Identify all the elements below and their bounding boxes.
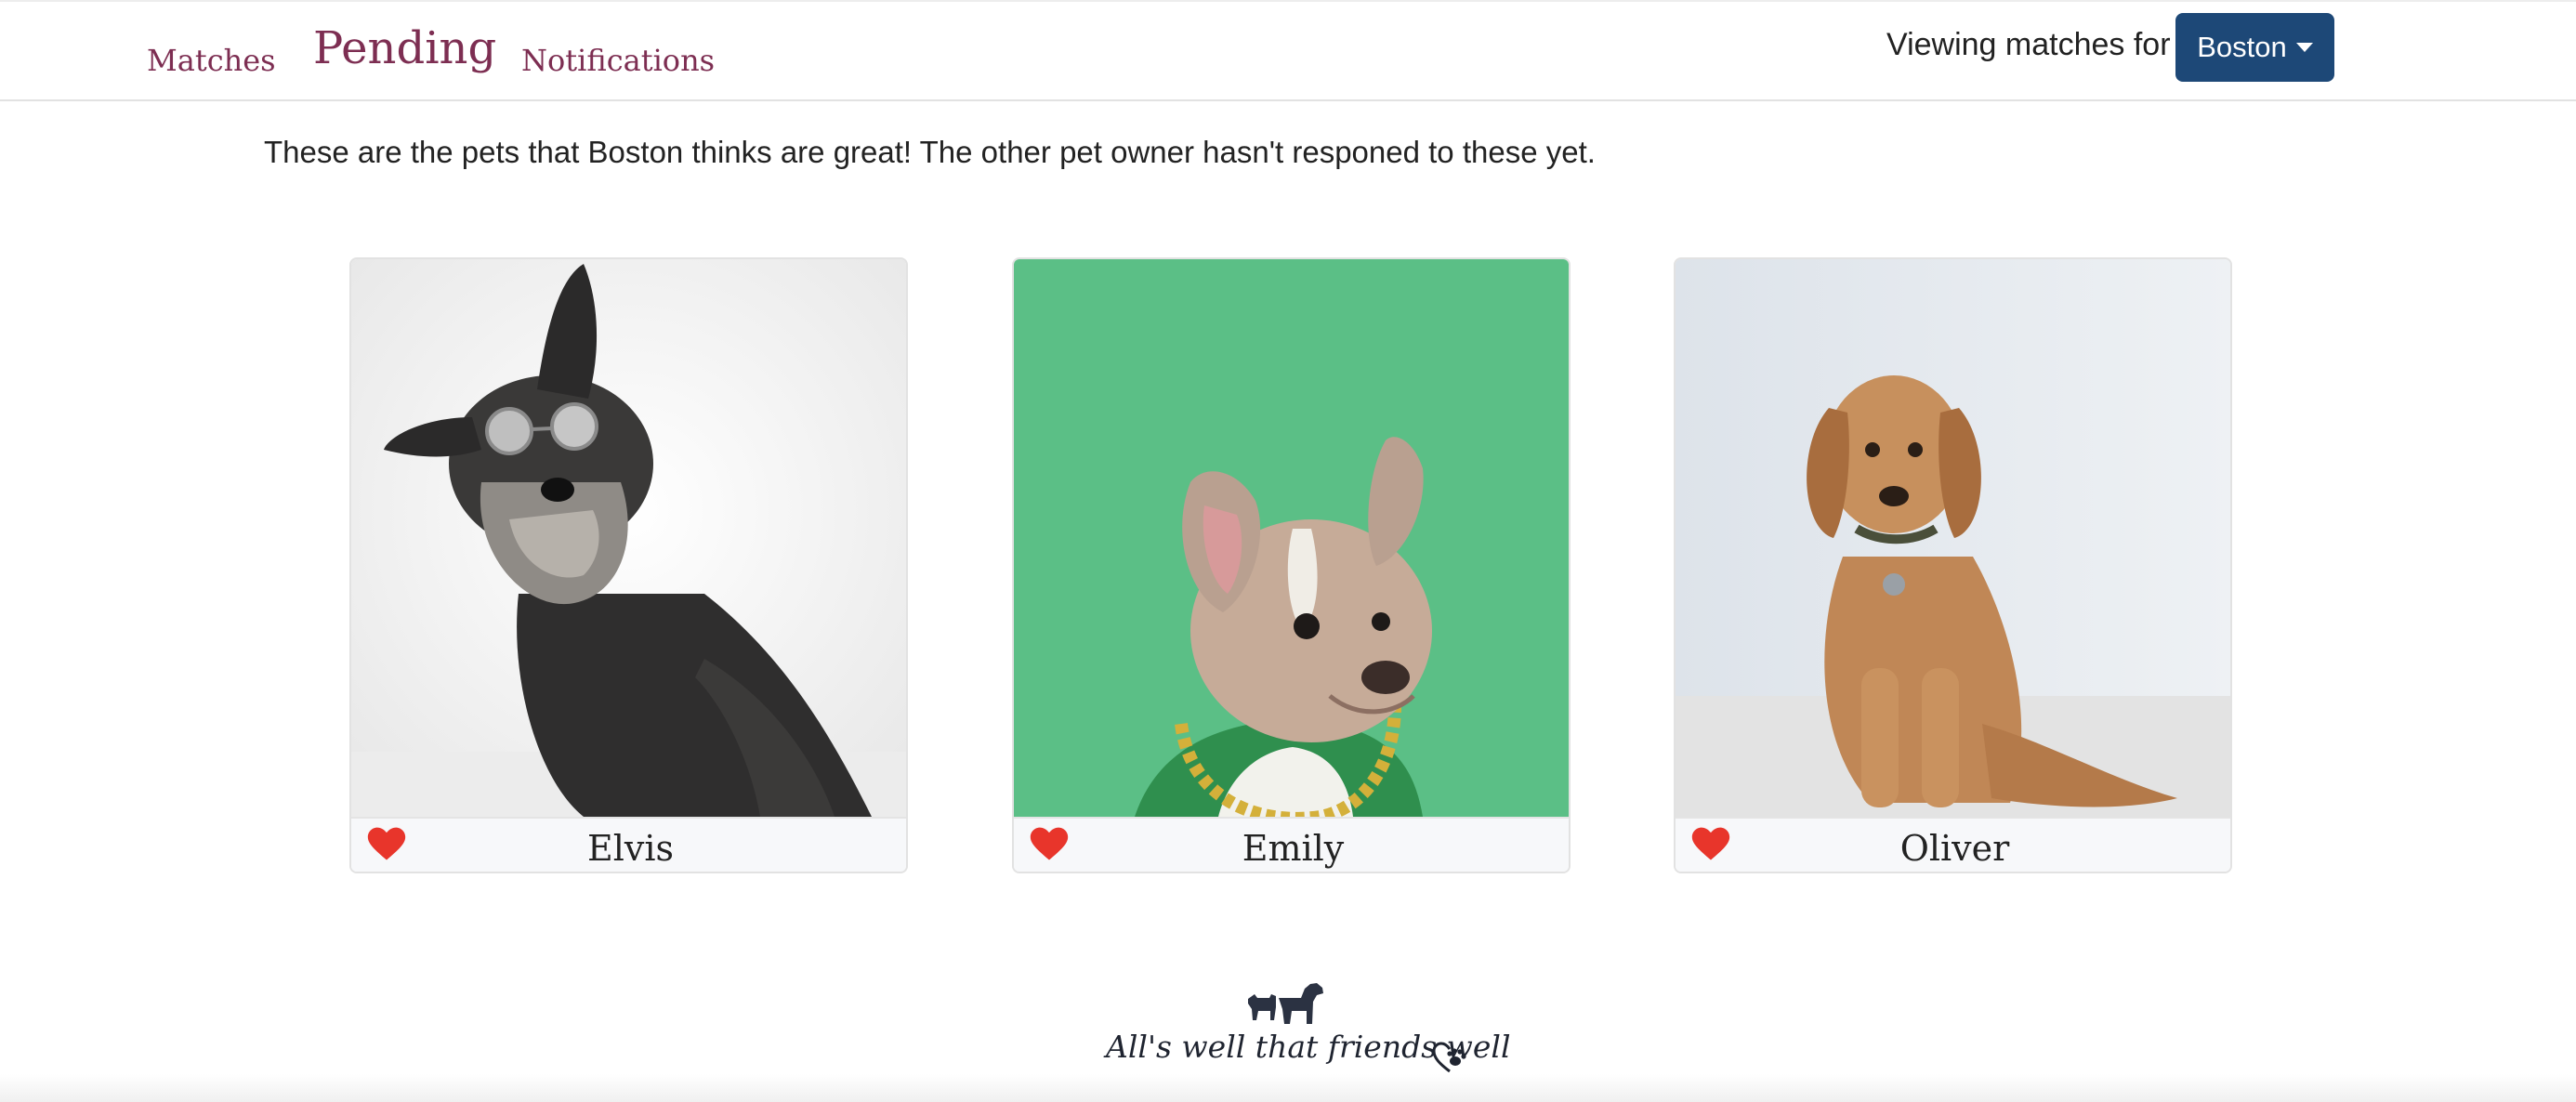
navbar: Matches Pending Notifications Viewing ma… xyxy=(0,0,2576,101)
caret-down-icon xyxy=(2295,43,2313,52)
pet-card[interactable]: Oliver xyxy=(1674,257,2232,873)
card-footer: Elvis xyxy=(351,817,906,872)
pet-card[interactable]: Elvis xyxy=(349,257,908,873)
pet-photo xyxy=(351,259,906,817)
footer-logo: All's well that friends well xyxy=(1106,977,1511,1087)
pet-name: Elvis xyxy=(586,827,674,869)
pet-name: Oliver xyxy=(1899,827,2010,869)
bottom-shadow xyxy=(0,1074,2576,1102)
tab-pending[interactable]: Pending xyxy=(313,22,496,74)
paw-heart-icon xyxy=(1432,1042,1466,1073)
intro-text: These are the pets that Boston thinks ar… xyxy=(264,135,1596,169)
heart-icon[interactable] xyxy=(1690,824,1731,870)
dogs-logo-icon xyxy=(1248,983,1323,1024)
tab-notifications[interactable]: Notifications xyxy=(521,43,715,78)
card-footer: Oliver xyxy=(1676,817,2230,872)
selected-pet-label: Boston xyxy=(2197,31,2287,63)
pet-photo xyxy=(1014,259,1569,817)
pet-card[interactable]: Emily xyxy=(1012,257,1571,873)
pet-name: Emily xyxy=(1242,827,1345,869)
pet-select-dropdown[interactable]: Boston xyxy=(2175,13,2334,82)
heart-icon[interactable] xyxy=(1029,824,1070,870)
viewing-matches-label: Viewing matches for xyxy=(1886,27,2171,62)
card-footer: Emily xyxy=(1014,817,1569,872)
pet-photo xyxy=(1676,259,2230,817)
tab-matches[interactable]: Matches xyxy=(147,43,276,78)
heart-icon[interactable] xyxy=(366,824,407,870)
footer-tagline: All's well that friends well xyxy=(1106,1029,1511,1065)
